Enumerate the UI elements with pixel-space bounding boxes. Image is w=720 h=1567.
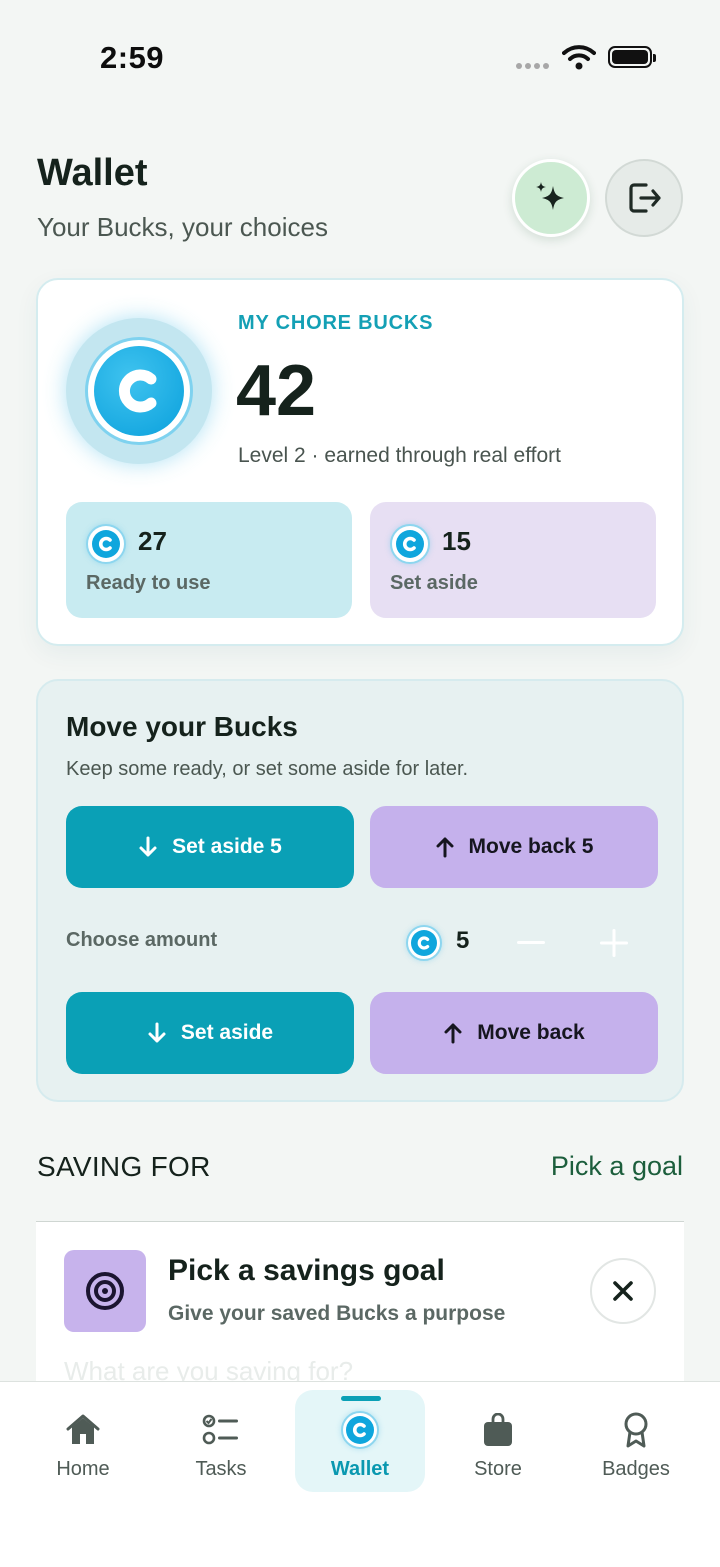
arrow-up-icon: [444, 1023, 462, 1044]
sparkles-icon: [536, 182, 564, 210]
move-subtitle: Keep some ready, or set some aside for l…: [66, 758, 469, 780]
decrease-amount-button[interactable]: [509, 921, 553, 965]
page-subtitle: Your Bucks, your choices: [37, 212, 328, 242]
tab-label: Wallet: [330, 1458, 390, 1480]
status-time: 2:59: [100, 40, 165, 75]
move-back-label: Move back: [477, 1021, 585, 1044]
move-bucks-card: Move your Bucks Keep some ready, or set …: [36, 679, 684, 1102]
balance-label: MY CHORE BUCKS: [238, 312, 434, 334]
tab-badges[interactable]: Badges: [571, 1390, 701, 1492]
balance-amount: 42: [236, 351, 317, 431]
tasks-icon: [202, 1414, 238, 1445]
bag-icon: [484, 1413, 512, 1446]
home-icon: [66, 1414, 100, 1444]
tab-label: Tasks: [195, 1458, 247, 1480]
goal-subtitle: Give your saved Bucks a purpose: [168, 1302, 506, 1325]
sparkle-button[interactable]: [512, 159, 590, 237]
set-aside-5-button[interactable]: Set aside 5: [66, 806, 354, 888]
coin-icon: [406, 925, 442, 961]
coin-icon: [86, 524, 126, 564]
ready-label: Ready to use: [86, 572, 211, 594]
choose-amount-label: Choose amount: [66, 929, 218, 951]
set-aside-button[interactable]: Set aside: [66, 992, 354, 1074]
pick-a-goal-link[interactable]: Pick a goal: [551, 1151, 683, 1182]
move-back-5-button[interactable]: Move back 5: [370, 806, 658, 888]
set-aside-5-label: Set aside 5: [172, 835, 282, 858]
tab-tasks[interactable]: Tasks: [156, 1390, 286, 1492]
minus-icon: [517, 941, 545, 944]
tab-bar: Home Tasks Wallet Store Badges: [0, 1381, 720, 1567]
increase-amount-button[interactable]: [592, 921, 636, 965]
tab-home[interactable]: Home: [18, 1390, 148, 1492]
tab-store[interactable]: Store: [433, 1390, 563, 1492]
set-aside-label: Set aside: [180, 1021, 274, 1044]
move-back-5-label: Move back 5: [468, 835, 594, 858]
balance-card: MY CHORE BUCKS 42 Level 2 · earned throu…: [36, 278, 684, 646]
tab-label: Store: [474, 1458, 522, 1480]
battery-icon: [608, 46, 656, 68]
tab-label: Home: [56, 1458, 110, 1480]
active-tab-indicator: [341, 1396, 381, 1401]
move-back-button[interactable]: Move back: [370, 992, 658, 1074]
move-title: Move your Bucks: [66, 711, 298, 742]
coin-icon: [341, 1411, 379, 1449]
aside-label: Set aside: [390, 572, 478, 594]
logout-icon: [629, 183, 661, 213]
goal-title: Pick a savings goal: [168, 1254, 445, 1287]
amount-value: 5: [456, 927, 470, 954]
aside-amount: 15: [442, 526, 471, 556]
chore-bucks-coin-icon: [66, 318, 212, 464]
ready-to-use-tile: 27 Ready to use: [66, 502, 352, 618]
arrow-up-icon: [436, 837, 454, 858]
set-aside-tile: 15 Set aside: [370, 502, 656, 618]
saving-for-heading: SAVING FOR: [37, 1151, 211, 1182]
status-bar: 2:59: [0, 0, 720, 110]
wifi-icon: [562, 45, 596, 70]
tab-label: Badges: [602, 1458, 670, 1480]
coin-icon: [390, 524, 430, 564]
logout-button[interactable]: [605, 159, 683, 237]
page-title: Wallet: [37, 152, 148, 194]
balance-caption: Level 2 · earned through real effort: [238, 444, 561, 467]
plus-icon: [600, 929, 628, 957]
arrow-down-icon: [139, 836, 157, 857]
close-goal-button[interactable]: [590, 1258, 656, 1324]
signal-dots-icon: [516, 63, 549, 69]
close-icon: [613, 1281, 633, 1301]
ready-amount: 27: [138, 526, 167, 556]
badge-icon: [624, 1412, 648, 1448]
target-icon: [64, 1250, 146, 1332]
tab-wallet[interactable]: Wallet: [295, 1390, 425, 1492]
arrow-down-icon: [148, 1022, 166, 1043]
